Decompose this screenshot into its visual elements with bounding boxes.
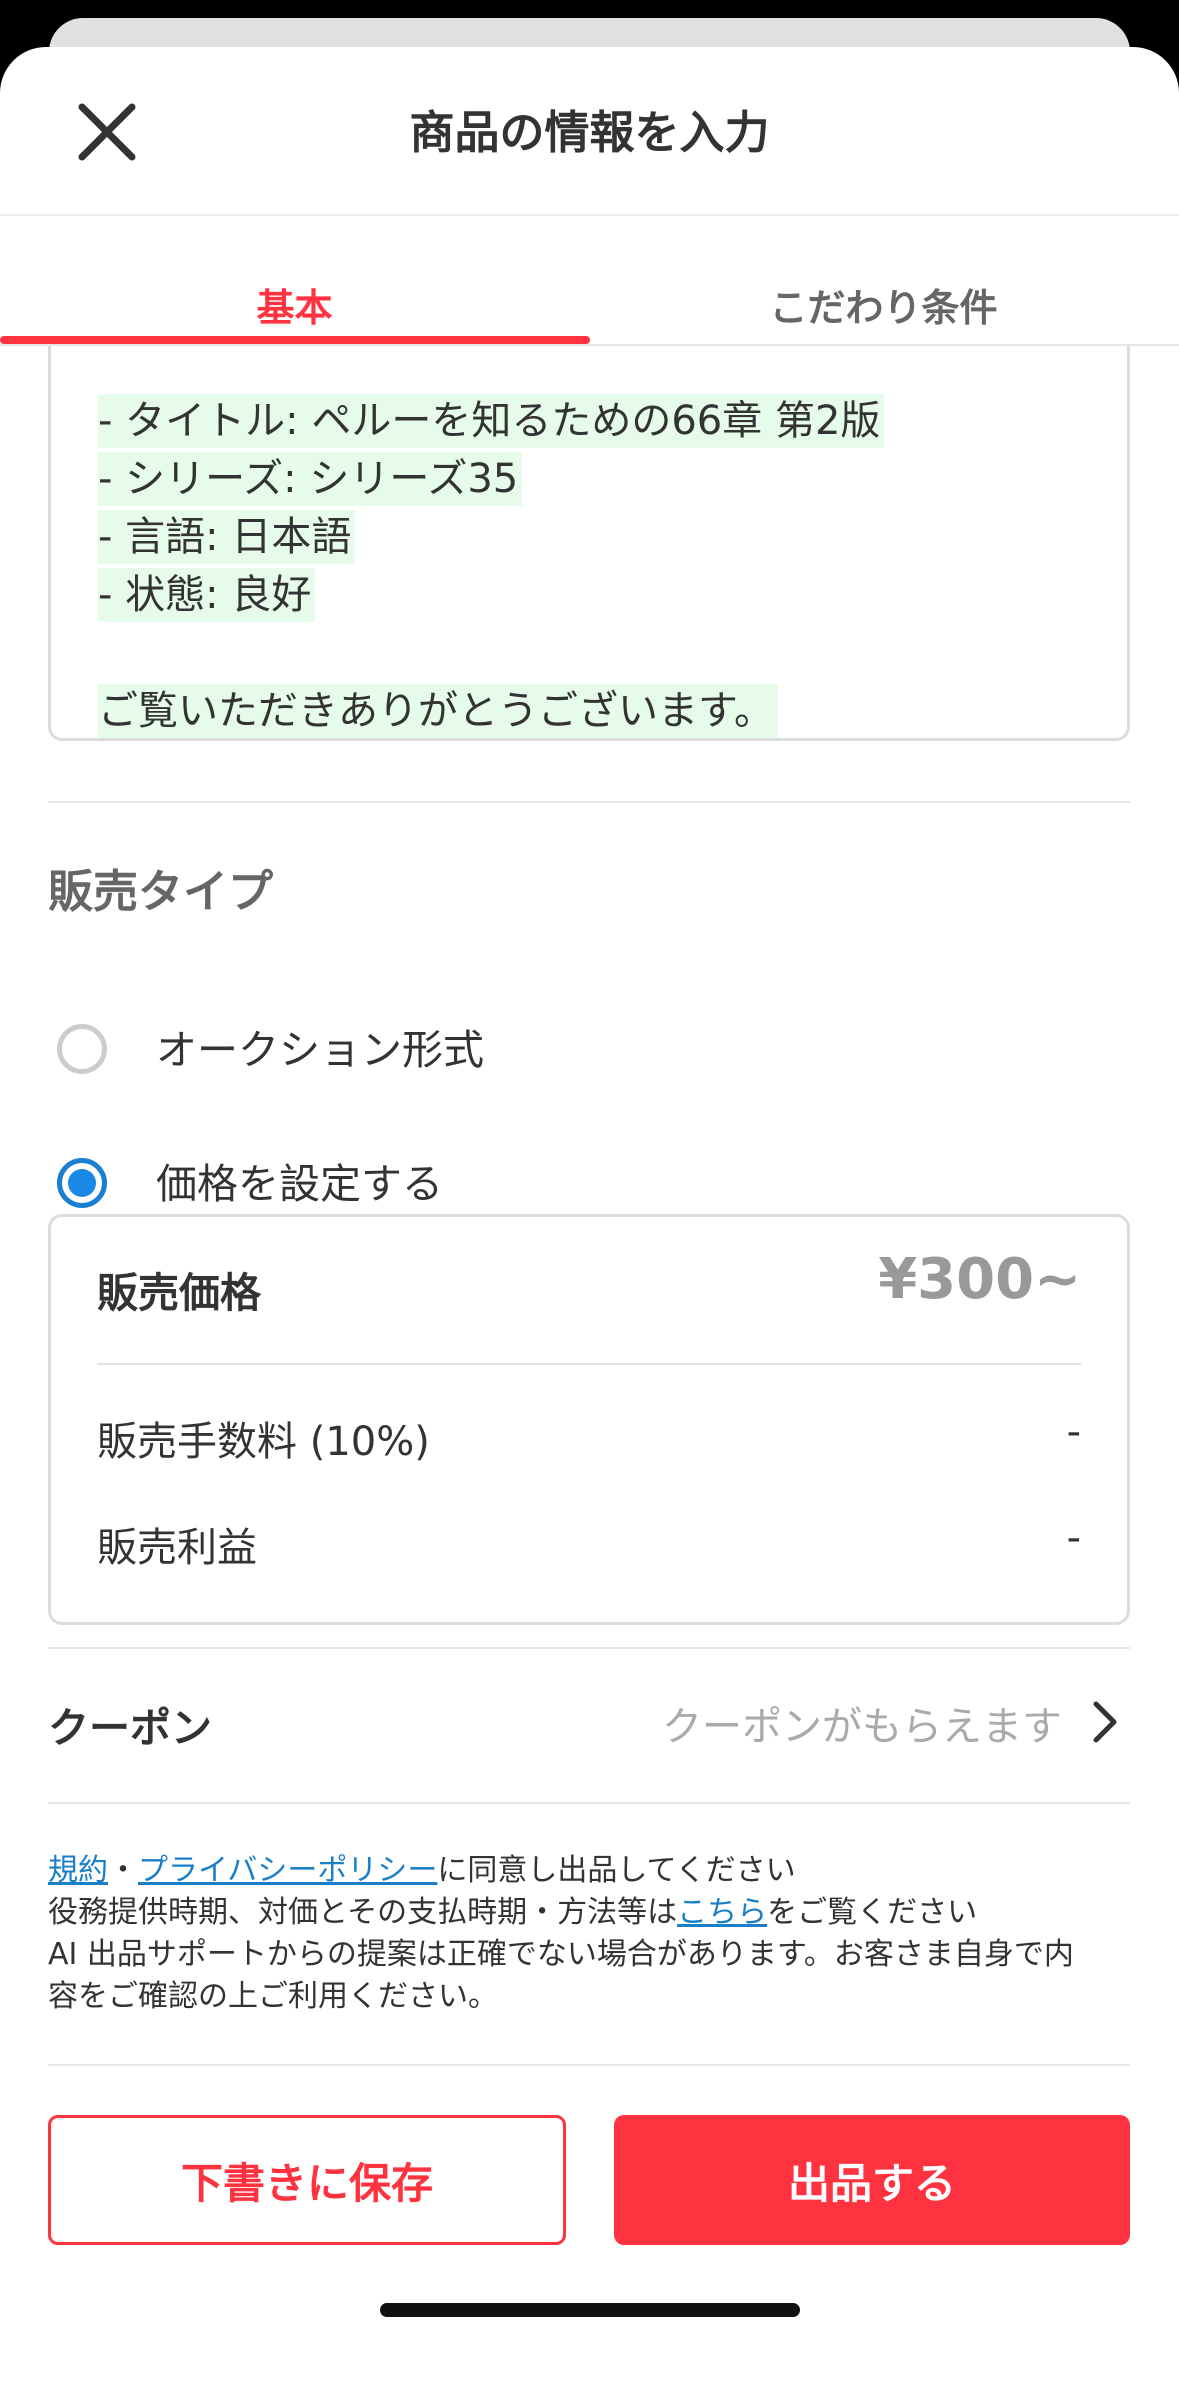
radio-auction[interactable]: オークション形式 <box>48 994 1130 1104</box>
bottom-sheet: 商品の情報を入力 基本 こだわり条件 - タイトル: ペルーを知るための66章 … <box>0 47 1179 2396</box>
coupon-hint: クーポンがもらえます <box>662 1704 1062 1750</box>
details-link[interactable]: こちら <box>677 1895 767 1930</box>
description-textarea[interactable]: - タイトル: ペルーを知るための66章 第2版 - シリーズ: シリーズ35 … <box>48 346 1130 741</box>
fee-value: - <box>1066 1409 1081 1455</box>
divider <box>48 2064 1130 2066</box>
description-line: - 言語: 日本語 <box>98 510 356 564</box>
radio-fixed-price-label: 価格を設定する <box>156 1160 443 1208</box>
privacy-policy-link[interactable]: プライバシーポリシー <box>138 1853 437 1888</box>
radio-auction-label: オークション形式 <box>156 1026 484 1074</box>
legal-line-2: 役務提供時期、対価とその支払時期・方法等はこちらをご覧ください <box>48 1892 1130 1934</box>
legal-text: をご覧ください <box>767 1895 978 1930</box>
price-label: 販売価格 <box>97 1269 261 1317</box>
legal-separator: ・ <box>108 1853 138 1888</box>
description-line: - タイトル: ペルーを知るための66章 第2版 <box>98 394 885 448</box>
list-item-button[interactable]: 出品する <box>614 2115 1130 2245</box>
terms-link[interactable]: 規約 <box>48 1853 108 1888</box>
active-tab-indicator <box>0 336 590 344</box>
divider <box>48 801 1130 803</box>
coupon-row[interactable]: クーポン クーポンがもらえます <box>48 1649 1130 1799</box>
divider <box>48 1802 1130 1804</box>
price-section: 販売価格 ¥300~ 販売手数料 (10%) - 販売利益 - <box>48 1214 1130 1625</box>
price-input[interactable]: ¥300~ <box>878 1247 1081 1312</box>
legal-text: 役務提供時期、対価とその支払時期・方法等は <box>48 1895 678 1930</box>
coupon-label: クーポン <box>48 1704 212 1752</box>
legal-text: に同意し出品してください <box>437 1853 796 1888</box>
ai-disclaimer-line-1: AI 出品サポートからの提案は正確でない場合があります。お客さま自身で内 <box>48 1937 1074 1972</box>
price-divider <box>97 1363 1081 1365</box>
ai-disclaimer-line-2: 容をご確認の上ご利用ください。 <box>48 1979 498 2014</box>
description-line: - 状態: 良好 <box>98 568 316 622</box>
profit-label: 販売利益 <box>97 1525 257 1571</box>
home-indicator[interactable] <box>380 2303 800 2317</box>
description-line: ご覧いただきありがとうございます。 <box>98 684 778 738</box>
profit-value: - <box>1066 1515 1081 1561</box>
sale-type-title: 販売タイプ <box>48 865 274 918</box>
fee-label: 販売手数料 (10%) <box>97 1419 430 1465</box>
radio-unchecked-icon <box>57 1024 107 1074</box>
radio-checked-icon <box>57 1158 107 1208</box>
legal-line-1: 規約・プライバシーポリシーに同意し出品してください <box>48 1850 1130 1892</box>
page-title: 商品の情報を入力 <box>409 106 770 159</box>
save-draft-button[interactable]: 下書きに保存 <box>48 2115 566 2245</box>
chevron-right-icon <box>1093 1701 1117 1743</box>
description-line: - シリーズ: シリーズ35 <box>98 452 523 506</box>
